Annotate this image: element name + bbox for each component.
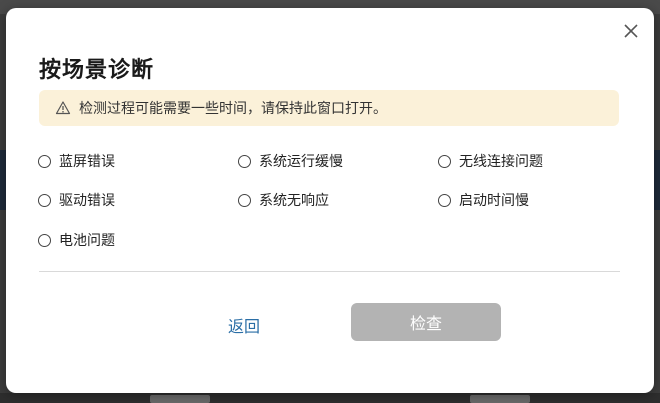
option-label: 蓝屏错误 (59, 154, 115, 170)
option-not-responding[interactable]: 系统无响应 (238, 190, 329, 210)
option-label: 系统无响应 (259, 193, 329, 209)
notice-text: 检测过程可能需要一些时间，请保持此窗口打开。 (79, 101, 387, 117)
option-slow-startup[interactable]: 启动时间慢 (438, 190, 529, 210)
radio-button[interactable] (38, 154, 51, 168)
radio-button[interactable] (38, 193, 51, 207)
option-label: 电池问题 (59, 233, 115, 249)
option-wireless[interactable]: 无线连接问题 (438, 151, 543, 171)
back-button[interactable]: 返回 (228, 313, 260, 337)
dialog-title: 按场景诊断 (39, 58, 155, 83)
divider (39, 271, 620, 272)
background-bottom-segment (470, 395, 530, 403)
option-label: 启动时间慢 (459, 193, 529, 209)
background-bottom-segment (150, 395, 210, 403)
radio-button[interactable] (438, 154, 451, 168)
option-battery[interactable]: 电池问题 (38, 230, 115, 250)
check-button[interactable]: 检查 (351, 303, 501, 341)
option-driver-error[interactable]: 驱动错误 (38, 190, 115, 210)
radio-button[interactable] (38, 233, 51, 247)
option-slow-system[interactable]: 系统运行缓慢 (238, 151, 343, 171)
option-label: 系统运行缓慢 (259, 154, 343, 170)
background-bottom-bar (0, 393, 660, 403)
radio-button[interactable] (238, 154, 251, 168)
notice-banner: 检测过程可能需要一些时间，请保持此窗口打开。 (39, 90, 619, 126)
warning-icon (55, 100, 71, 116)
option-label: 驱动错误 (59, 193, 115, 209)
diagnose-dialog: 按场景诊断 检测过程可能需要一些时间，请保持此窗口打开。 蓝屏错误 系统运行缓慢… (6, 8, 654, 393)
radio-button[interactable] (438, 193, 451, 207)
option-label: 无线连接问题 (459, 154, 543, 170)
close-icon (624, 24, 638, 38)
option-bluescreen[interactable]: 蓝屏错误 (38, 151, 115, 171)
close-button[interactable] (622, 22, 640, 40)
radio-button[interactable] (238, 193, 251, 207)
background-panel-right (654, 150, 660, 210)
